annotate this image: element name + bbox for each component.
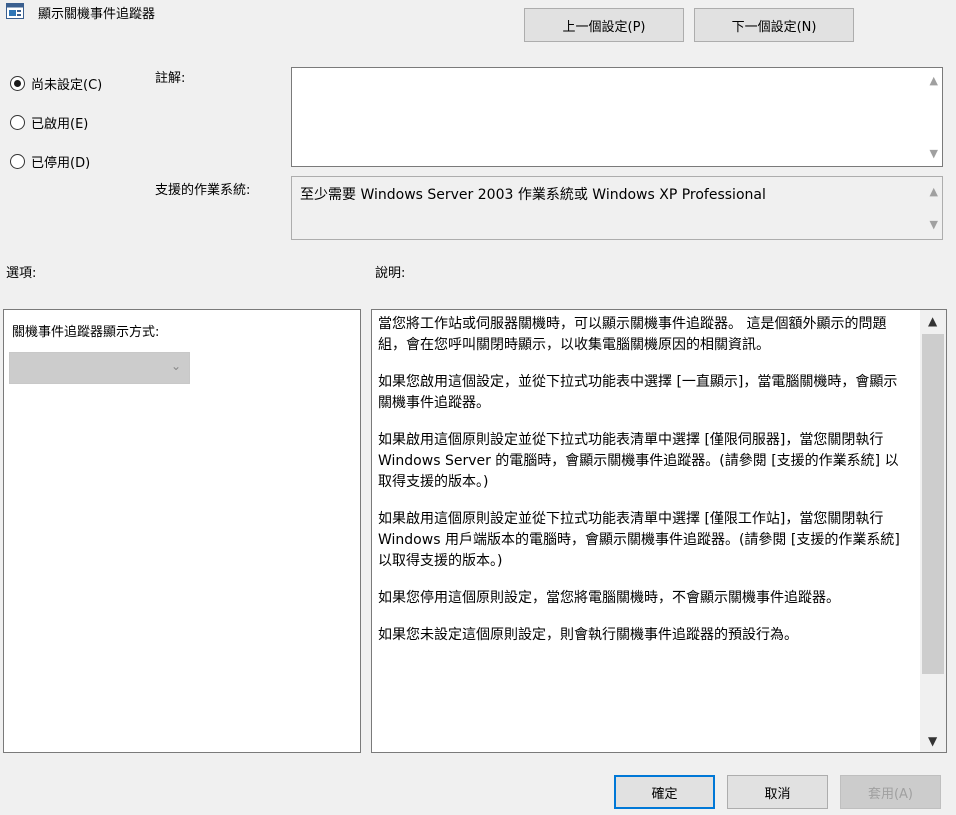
cancel-label: 取消 [764,786,791,802]
policy-title: 顯示關機事件追蹤器 [38,7,156,22]
scroll-up-icon[interactable]: ▲ [930,74,938,87]
help-paragraph: 如果您停用這個原則設定，當您將電腦關機時，不會顯示關機事件追蹤器。 [378,590,840,606]
help-section-label: 說明: [375,266,406,281]
ok-button[interactable]: 確定 [614,775,715,809]
help-paragraph: 如果啟用這個原則設定並從下拉式功能表清單中選擇 [僅限伺服器]，當您關閉執行 W… [378,432,899,490]
previous-setting-button[interactable]: 上一個設定(P) [524,8,684,42]
scroll-down-icon[interactable]: ▼ [930,218,938,231]
chevron-down-icon: ⌄ [170,359,181,373]
comment-label: 註解: [155,71,186,86]
supported-on-label: 支援的作業系統: [155,183,251,198]
scroll-down-icon[interactable]: ▼ [928,734,937,748]
scroll-down-icon[interactable]: ▼ [930,147,938,160]
help-paragraph: 如果您啟用這個設定，並從下拉式功能表中選擇 [一直顯示]，當電腦關機時，會顯示關… [378,374,898,411]
ok-label: 確定 [651,786,678,802]
next-setting-button[interactable]: 下一個設定(N) [694,8,854,42]
comment-textarea[interactable]: ▲ ▼ [291,67,943,167]
radio-disabled-label: 已停用(D) [31,156,91,171]
help-paragraph: 如果啟用這個原則設定並從下拉式功能表清單中選擇 [僅限工作站]，當您關閉執行 W… [378,511,900,569]
help-panel: 當您將工作站或伺服器關機時，可以顯示關機事件追蹤器。 這是個額外顯示的問題組，會… [371,309,947,753]
help-scrollbar[interactable]: ▲ ▼ [920,310,946,752]
radio-not-configured[interactable]: 尚未設定(C) [10,74,102,93]
next-setting-label: 下一個設定(N) [731,19,817,35]
radio-button-checked-icon[interactable] [10,76,25,91]
radio-enabled[interactable]: 已啟用(E) [10,113,88,132]
radio-not-configured-label: 尚未設定(C) [31,78,103,93]
help-paragraph: 如果您未設定這個原則設定，則會執行關機事件追蹤器的預設行為。 [378,627,798,643]
display-mode-dropdown[interactable]: ⌄ [9,352,190,384]
help-paragraph: 當您將工作站或伺服器關機時，可以顯示關機事件追蹤器。 這是個額外顯示的問題組，會… [378,316,887,353]
help-text: 當您將工作站或伺服器關機時，可以顯示關機事件追蹤器。 這是個額外顯示的問題組，會… [378,314,908,750]
apply-label: 套用(A) [867,786,914,802]
scroll-up-icon[interactable]: ▲ [928,314,937,328]
supported-on-value: 至少需要 Windows Server 2003 作業系統或 Windows X… [300,187,766,203]
radio-button-icon[interactable] [10,154,25,169]
radio-disabled[interactable]: 已停用(D) [10,152,90,171]
radio-button-icon[interactable] [10,115,25,130]
cancel-button[interactable]: 取消 [727,775,828,809]
scroll-up-icon[interactable]: ▲ [930,185,938,198]
scrollbar-thumb[interactable] [922,334,944,674]
policy-icon [6,3,24,19]
supported-on-field: 至少需要 Windows Server 2003 作業系統或 Windows X… [291,176,943,240]
dropdown-label: 關機事件追蹤器顯示方式: [12,325,160,340]
options-section-label: 選項: [6,266,37,281]
apply-button[interactable]: 套用(A) [840,775,941,809]
previous-setting-label: 上一個設定(P) [562,19,646,35]
options-panel: 關機事件追蹤器顯示方式: ⌄ [3,309,361,753]
radio-enabled-label: 已啟用(E) [31,117,89,132]
